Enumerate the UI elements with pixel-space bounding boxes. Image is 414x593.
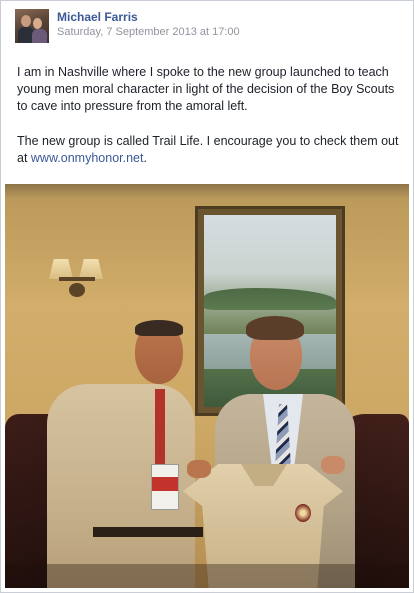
post-timestamp[interactable]: Saturday, 7 September 2013 at 17:00 [57,26,240,38]
external-link[interactable]: www.onmyhonor.net [31,151,144,165]
post-header: Michael Farris Saturday, 7 September 201… [15,9,395,43]
wall-lamp [47,259,107,319]
post-body: I am in Nashville where I spoke to the n… [17,64,401,167]
post-paragraph-2: The new group is called Trail Life. I en… [17,133,401,167]
hand-right [321,456,345,474]
post-paragraph-2-end: . [143,151,147,165]
author-name-link[interactable]: Michael Farris [57,10,138,24]
man-right-hair [246,316,304,340]
photo-ceiling [5,184,409,198]
belt [93,527,203,537]
uniform-patch [295,504,311,522]
name-badge [151,464,179,510]
hand-left [187,460,211,478]
lanyard [155,389,165,464]
man-left-hair [135,320,183,336]
floor-shadow [5,564,409,588]
post-photo[interactable] [5,184,409,588]
avatar[interactable] [15,9,49,43]
post-paragraph-1: I am in Nashville where I spoke to the n… [17,65,395,113]
facebook-post: Michael Farris Saturday, 7 September 201… [0,0,414,593]
